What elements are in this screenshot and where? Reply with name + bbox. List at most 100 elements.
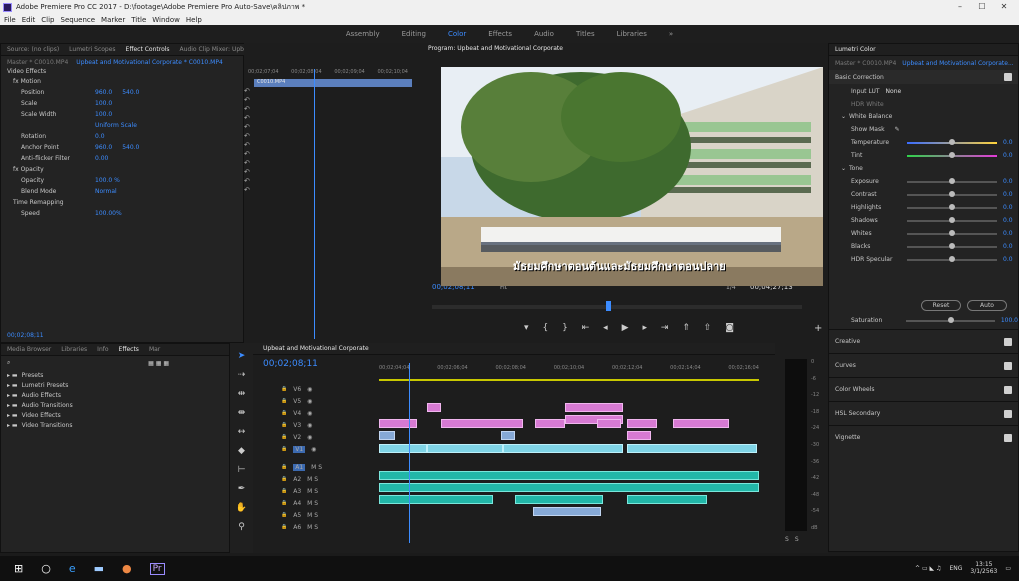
track-header[interactable]: 🔒 V2 ◉: [253, 431, 359, 443]
effect-row[interactable]: Anti-flicker Filter 0.00: [1, 153, 245, 164]
marker-icon[interactable]: ▾: [524, 323, 529, 333]
workspace-audio[interactable]: Audio: [534, 30, 554, 38]
step-back-icon[interactable]: ◂: [603, 323, 608, 333]
track-header[interactable]: 🔒 V3 ◉: [253, 419, 359, 431]
effect-row[interactable]: Anchor Point 960.0 540.0: [1, 142, 245, 153]
play-icon[interactable]: ▶: [622, 323, 629, 333]
track-header[interactable]: 🔒 A3 M S: [253, 485, 359, 497]
work-area-bar[interactable]: [379, 379, 759, 381]
step-forward-icon[interactable]: ▸: [642, 323, 647, 333]
lumetri-section-header[interactable]: Color Wheels: [829, 377, 1018, 401]
section-checkbox[interactable]: [1004, 409, 1012, 418]
saturation-slider[interactable]: [906, 316, 995, 323]
extract-icon[interactable]: ⇧: [704, 323, 712, 333]
reset-icon[interactable]: ↶: [244, 96, 254, 105]
timeline-timecode[interactable]: 00;02;08;11: [263, 359, 318, 369]
section-checkbox[interactable]: [1004, 433, 1012, 442]
lock-icon[interactable]: 🔒: [281, 386, 287, 392]
effect-row[interactable]: Rotation 0.0: [1, 131, 245, 142]
effects-folder[interactable]: ▸ ▬ Audio Effects: [1, 390, 229, 400]
reset-button[interactable]: Reset: [921, 300, 961, 311]
section-checkbox[interactable]: [1004, 361, 1012, 370]
tab-lumetri-scopes[interactable]: Lumetri Scopes: [69, 46, 115, 53]
effects-folder[interactable]: ▸ ▬ Video Effects: [1, 410, 229, 420]
lumetri-slider[interactable]: [907, 216, 997, 223]
effect-value[interactable]: 960.0: [95, 89, 112, 96]
lock-icon[interactable]: 🔒: [281, 434, 287, 440]
video-clip[interactable]: [379, 419, 417, 428]
track-select-tool-icon[interactable]: ⇢: [238, 370, 246, 380]
solo-button[interactable]: S: [795, 536, 799, 543]
workspace-titles[interactable]: Titles: [576, 30, 595, 38]
video-clip[interactable]: [627, 419, 657, 428]
toggle-output-icon[interactable]: ◉: [307, 434, 312, 441]
video-clip[interactable]: [503, 444, 623, 453]
slider-value[interactable]: 0.0: [1003, 217, 1013, 224]
auto-button[interactable]: Auto: [967, 300, 1007, 311]
audio-clip[interactable]: [379, 483, 759, 492]
video-clip[interactable]: [597, 419, 621, 428]
solo-button[interactable]: S: [785, 536, 789, 543]
effect-row[interactable]: Scale Width 100.0: [1, 109, 245, 120]
mute-solo-buttons[interactable]: M S: [311, 464, 322, 471]
mute-solo-buttons[interactable]: M S: [307, 524, 318, 531]
camera-icon[interactable]: ◙: [725, 323, 734, 333]
zoom-tool-icon[interactable]: ⚲: [238, 522, 245, 532]
menu-edit[interactable]: Edit: [22, 16, 36, 24]
timeline-ruler[interactable]: 00;02;04;04 00;02;06;04 00;02;08;04 00;0…: [379, 365, 759, 375]
lock-icon[interactable]: 🔒: [281, 500, 287, 506]
tab-sequence[interactable]: Upbeat and Motivational Corporate: [263, 345, 369, 352]
saturation-knob[interactable]: [948, 316, 955, 323]
lumetri-slider[interactable]: [907, 138, 997, 145]
audio-clip[interactable]: [379, 495, 493, 504]
tab-markers[interactable]: Mar: [149, 346, 160, 353]
lumetri-slider[interactable]: [907, 229, 997, 236]
lumetri-slider[interactable]: [907, 190, 997, 197]
effects-folder[interactable]: ▸ ▬ Lumetri Presets: [1, 380, 229, 390]
lock-icon[interactable]: 🔒: [281, 446, 287, 452]
workspace-editing[interactable]: Editing: [402, 30, 426, 38]
reset-icon[interactable]: ↶: [244, 159, 254, 168]
slider-value[interactable]: 0.0: [1003, 230, 1013, 237]
video-clip[interactable]: [427, 403, 441, 412]
video-clip[interactable]: [627, 444, 757, 453]
slider-value[interactable]: 0.0: [1003, 191, 1013, 198]
tab-media-browser[interactable]: Media Browser: [7, 346, 51, 353]
mute-solo-buttons[interactable]: M S: [307, 476, 318, 483]
windows-start-icon[interactable]: ⊞: [14, 562, 23, 575]
lumetri-slider[interactable]: [907, 255, 997, 262]
lift-icon[interactable]: ⇑: [682, 323, 690, 333]
track-header[interactable]: 🔒 V1 ◉: [253, 443, 359, 455]
new-bin-icons[interactable]: ▦ ▦ ▦: [148, 360, 169, 367]
effect-value[interactable]: 960.0: [95, 144, 112, 151]
effect-row[interactable]: Opacity 100.0 %: [1, 175, 245, 186]
pen-tool-icon[interactable]: ✒: [238, 484, 246, 494]
lumetri-slider[interactable]: [907, 203, 997, 210]
effect-row[interactable]: Blend Mode Normal: [1, 186, 245, 197]
tab-source[interactable]: Source: (no clips): [7, 46, 59, 53]
lock-icon[interactable]: 🔒: [281, 398, 287, 404]
white-balance-header[interactable]: ⌄ White Balance: [829, 110, 1018, 123]
eyedropper-icon[interactable]: ✎: [895, 126, 900, 133]
slider-knob[interactable]: [949, 255, 955, 262]
minimize-button[interactable]: –: [949, 0, 971, 14]
lock-icon[interactable]: 🔒: [281, 464, 287, 470]
video-clip[interactable]: [535, 419, 565, 428]
add-button-icon[interactable]: +: [814, 323, 822, 334]
slider-knob[interactable]: [949, 177, 955, 184]
tab-lumetri-color[interactable]: Lumetri Color: [835, 46, 876, 53]
effect-row[interactable]: fx Opacity: [1, 164, 245, 175]
video-clip[interactable]: [379, 431, 395, 440]
track-header[interactable]: 🔒 A5 M S: [253, 509, 359, 521]
menu-title[interactable]: Title: [131, 16, 146, 24]
ec-playhead[interactable]: [314, 69, 315, 339]
video-clip[interactable]: [427, 444, 503, 453]
menu-clip[interactable]: Clip: [41, 16, 54, 24]
slider-value[interactable]: 0.0: [1003, 243, 1013, 250]
slider-value[interactable]: 0.0: [1003, 139, 1013, 146]
slider-value[interactable]: 0.0: [1003, 152, 1013, 159]
mute-solo-buttons[interactable]: M S: [307, 512, 318, 519]
workspace-assembly[interactable]: Assembly: [346, 30, 380, 38]
menu-file[interactable]: File: [4, 16, 16, 24]
effect-row[interactable]: Speed 100.00%: [1, 208, 245, 219]
